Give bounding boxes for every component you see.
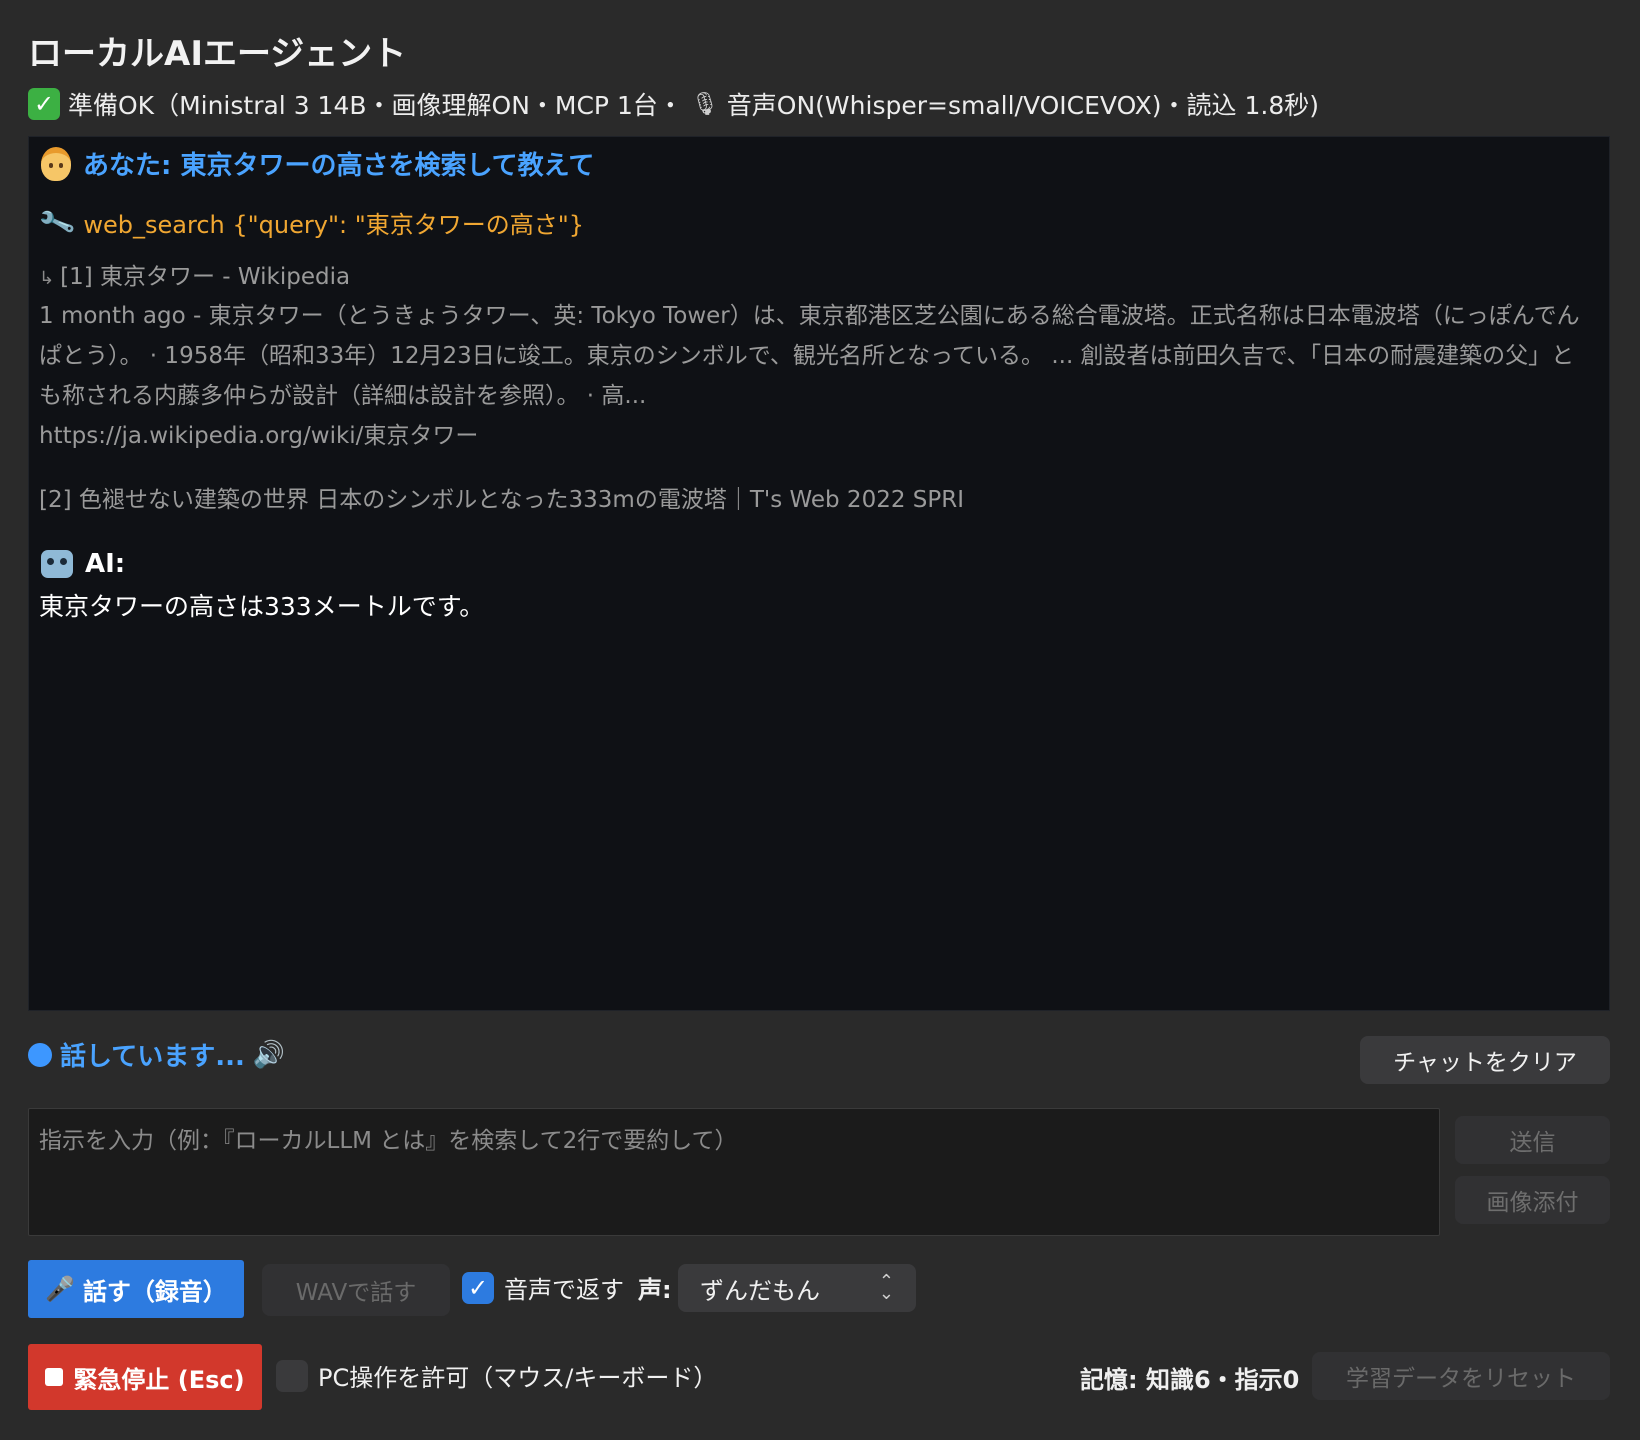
ai-message-header: AI: [41, 549, 125, 579]
stop-icon [45, 1368, 64, 1386]
wav-talk-button[interactable]: WAVで話す [262, 1264, 450, 1316]
chat-log[interactable]: あなた: 東京タワーの高さを検索して教えて 🔧 web_search {"que… [28, 136, 1610, 1011]
clear-chat-button[interactable]: チャットをクリア [1360, 1036, 1610, 1084]
status-line: ✓ 準備OK（Ministral 3 14B・画像理解ON・MCP 1台・ 🎙 … [28, 86, 1319, 122]
user-message: あなた: 東京タワーの高さを検索して教えて [41, 145, 594, 182]
result-1-title: ↳ [1] 東京タワー - Wikipedia [39, 264, 351, 290]
speaker-icon: 🔊 [252, 1039, 286, 1070]
pc-control-checkbox[interactable] [276, 1359, 308, 1392]
pc-control-label: PC操作を許可（マウス/キーボード） [318, 1364, 718, 1392]
tool-call: 🔧 web_search {"query": "東京タワーの高さ"} [37, 203, 585, 242]
app-window: ローカルAIエージェント ✓ 準備OK（Ministral 3 14B・画像理解… [0, 0, 1640, 1440]
emergency-stop-label: 緊急停止 (Esc) [73, 1365, 245, 1394]
memory-status: 記憶: 知識6・指示0 [1080, 1366, 1300, 1394]
robot-icon [41, 550, 73, 578]
emergency-stop-button[interactable]: 緊急停止 (Esc) [28, 1344, 262, 1410]
speaking-status: 話しています... 🔊 [28, 1036, 285, 1073]
voice-reply-checkbox[interactable]: ✓ [462, 1271, 494, 1304]
check-icon: ✓ [28, 88, 60, 120]
page-title: ローカルAIエージェント [28, 34, 407, 74]
speaking-text: 話しています... [60, 1042, 245, 1072]
ai-label: AI: [85, 549, 126, 579]
instruction-placeholder: 指示を入力（例：『ローカルLLM とは』を検索して2行で要約して） [39, 1128, 738, 1154]
status-text-part1: 準備OK（Ministral 3 14B・画像理解ON・MCP 1台・ [68, 91, 683, 120]
wrench-icon: 🔧 [36, 202, 78, 243]
voice-select[interactable]: ずんだもん ⌃ ⌄ [678, 1264, 916, 1312]
status-text-part2: 音声ON(Whisper=small/VOICEVOX)・読込 1.8秒) [726, 91, 1319, 120]
send-button[interactable]: 送信 [1455, 1116, 1610, 1164]
talk-record-label: 話す（録音） [82, 1277, 227, 1306]
microphone-icon: 🎙 [690, 91, 719, 117]
attach-image-button[interactable]: 画像添付 [1455, 1176, 1610, 1224]
voice-reply-toggle[interactable]: ✓ 音声で返す 声: [462, 1270, 672, 1305]
voice-reply-label: 音声で返す [504, 1276, 624, 1304]
reset-learning-button[interactable]: 学習データをリセット [1312, 1352, 1610, 1400]
user-message-text: あなた: 東京タワーの高さを検索して教えて [83, 151, 595, 181]
voice-label: 声: [638, 1276, 672, 1304]
result-1-url: https://ja.wikipedia.org/wiki/東京タワー [39, 423, 479, 449]
voice-selected-value: ずんだもん [700, 1276, 820, 1305]
instruction-input[interactable]: 指示を入力（例：『ローカルLLM とは』を検索して2行で要約して） [28, 1108, 1440, 1236]
tool-call-text: web_search {"query": "東京タワーの高さ"} [83, 211, 585, 239]
result-2-title: [2] 色褪せない建築の世界 日本のシンボルとなった333mの電波塔｜T's W… [39, 487, 965, 513]
microphone-icon: 🎤 [45, 1275, 75, 1303]
ai-message-text: 東京タワーの高さは333メートルです。 [39, 592, 485, 621]
user-face-icon [41, 146, 71, 181]
return-arrow-icon: ↳ [39, 268, 55, 289]
blue-dot-icon [28, 1042, 52, 1067]
updown-chevron-icon: ⌃ ⌄ [878, 1271, 894, 1304]
pc-control-toggle[interactable]: PC操作を許可（マウス/キーボード） [276, 1358, 717, 1393]
result-1-body: 1 month ago - 東京タワー（とうきょうタワー、英: Tokyo To… [39, 303, 1580, 409]
talk-record-button[interactable]: 🎤 話す（録音） [28, 1260, 244, 1318]
